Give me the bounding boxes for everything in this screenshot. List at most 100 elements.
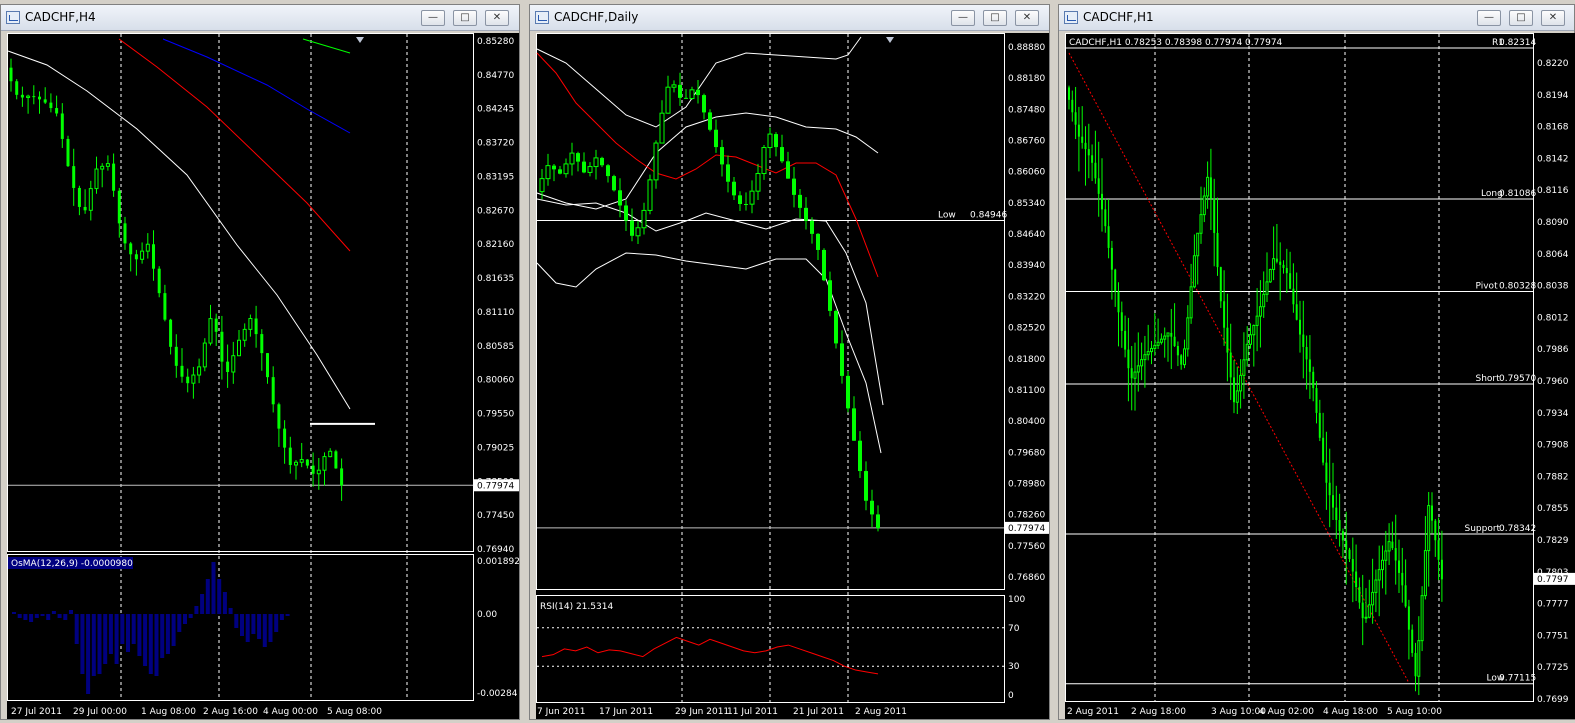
osma-bar bbox=[91, 614, 96, 676]
chart-area[interactable]: 0.88880 0.88180 0.87480 0.86760 0.86060 0.853… bbox=[536, 33, 1049, 719]
h1-candle-bear bbox=[1213, 198, 1216, 233]
h4-candle-bear bbox=[163, 293, 167, 320]
h1-candle-bear bbox=[1437, 540, 1440, 560]
time-axis-label: 2 Aug 2011 bbox=[1067, 707, 1119, 717]
h1-candle-bear bbox=[1414, 652, 1417, 677]
daily-chart-svg[interactable]: 0.88880 0.88180 0.87480 0.86760 0.86060 0.853… bbox=[536, 33, 1049, 719]
h1-candle-bear bbox=[1338, 520, 1341, 532]
h1-candle-bull bbox=[1163, 335, 1167, 340]
price-axis-label: 0.86760 bbox=[1008, 137, 1045, 147]
h1-candle-bull bbox=[1265, 281, 1269, 295]
price-axis-label: 0.8168 bbox=[1537, 123, 1569, 133]
moving-average-line bbox=[536, 52, 879, 278]
h4-candle-bear bbox=[20, 94, 24, 98]
h1-candle-bear bbox=[1355, 571, 1358, 588]
daily-candle-bear bbox=[630, 220, 634, 236]
h1-candle-bear bbox=[1229, 352, 1232, 378]
h1-candle-bear bbox=[1226, 327, 1229, 353]
indicator-scale-top: 0.001892 bbox=[477, 557, 519, 567]
maximize-button[interactable]: □ bbox=[983, 10, 1007, 26]
daily-candle-bear bbox=[708, 112, 712, 130]
h4-candle-bear bbox=[43, 99, 47, 103]
h4-candle-bear bbox=[157, 268, 161, 294]
h1-candle-bear bbox=[1361, 602, 1364, 619]
h4-candle-bear bbox=[283, 428, 287, 448]
chart-shift-marker bbox=[356, 37, 364, 43]
osma-bar bbox=[165, 614, 170, 654]
close-button[interactable]: ✕ bbox=[1541, 10, 1565, 26]
h4-candle-bear bbox=[72, 166, 76, 188]
price-axis-label: 0.7699 bbox=[1537, 695, 1569, 705]
pivot-level-label: Support bbox=[1465, 524, 1501, 534]
time-axis-label: 2 Aug 2011 bbox=[855, 707, 907, 717]
chart-area[interactable]: 0.8220 0.8194 0.8168 0.8142 0.8116 0.8090 0.80… bbox=[1065, 33, 1575, 719]
h1-candle-bear bbox=[1180, 355, 1183, 365]
minimize-button[interactable]: — bbox=[1477, 10, 1501, 26]
h1-candle-bull bbox=[1143, 354, 1147, 361]
h4-candle-bull bbox=[88, 188, 93, 211]
osma-bar bbox=[240, 614, 244, 636]
h4-candle-bear bbox=[152, 244, 155, 269]
time-axis-label: 29 Jul 00:00 bbox=[73, 707, 127, 717]
h4-candle-bear bbox=[214, 318, 218, 332]
price-axis-label: 0.7908 bbox=[1537, 441, 1569, 451]
h4-chart-svg[interactable]: 0.85280 0.84770 0.84245 0.83720 0.83195 0.826… bbox=[7, 33, 520, 719]
osma-bar bbox=[80, 614, 85, 674]
minimize-button[interactable]: — bbox=[951, 10, 975, 26]
h1-candle-bear bbox=[1282, 264, 1285, 268]
h4-candle-bear bbox=[271, 377, 275, 405]
daily-candle-bear bbox=[618, 190, 622, 206]
h1-candle-bear bbox=[1110, 247, 1113, 270]
h4-candle-bear bbox=[55, 108, 59, 114]
osma-bar bbox=[40, 614, 45, 616]
window-titlebar[interactable]: CADCHF,H4 — □ ✕ bbox=[1, 5, 519, 31]
h1-candle-bull bbox=[1196, 232, 1200, 257]
h4-candle-bear bbox=[169, 319, 173, 347]
chart-area[interactable]: 0.85280 0.84770 0.84245 0.83720 0.83195 0.826… bbox=[7, 33, 520, 719]
osma-bar bbox=[63, 614, 68, 620]
h1-chart-svg[interactable]: 0.8220 0.8194 0.8168 0.8142 0.8116 0.8090 0.80… bbox=[1065, 33, 1575, 719]
maximize-button[interactable]: □ bbox=[1509, 10, 1533, 26]
daily-candle-bear bbox=[810, 220, 814, 234]
window-titlebar[interactable]: CADCHF,Daily — □ ✕ bbox=[530, 5, 1049, 31]
price-axis-label: 0.7725 bbox=[1537, 663, 1569, 673]
daily-candle-bear bbox=[552, 165, 556, 170]
h1-candle-bear bbox=[1292, 288, 1295, 305]
price-axis-label: 0.8142 bbox=[1537, 154, 1569, 164]
pivot-level-value: 0.78342 bbox=[1499, 524, 1536, 534]
price-axis-label: 0.85280 bbox=[477, 37, 514, 47]
h4-candle-bear bbox=[49, 102, 53, 109]
osma-bar bbox=[257, 614, 262, 639]
time-axis-label: 1 Aug 08:00 bbox=[141, 707, 196, 717]
close-button[interactable]: ✕ bbox=[485, 10, 509, 26]
price-axis-label: 0.78260 bbox=[1008, 511, 1045, 521]
daily-candle-bear bbox=[678, 84, 682, 98]
daily-candle-bull bbox=[665, 86, 671, 114]
h1-candle-bear bbox=[1302, 334, 1305, 347]
price-axis-label: 0.8038 bbox=[1537, 282, 1569, 292]
close-button[interactable]: ✕ bbox=[1015, 10, 1039, 26]
pivot-level-value: 0.82314 bbox=[1499, 38, 1536, 48]
h1-candle-bear bbox=[1223, 301, 1226, 328]
minimize-button[interactable]: — bbox=[421, 10, 445, 26]
price-axis-label: 0.76860 bbox=[1008, 573, 1045, 583]
maximize-button[interactable]: □ bbox=[453, 10, 477, 26]
h1-candle-bear bbox=[1074, 112, 1077, 125]
chart-window-h1[interactable]: CADCHF,H1 — □ ✕ 0.8220 0.8194 0.8168 0.8142… bbox=[1058, 4, 1575, 720]
price-axis-label: 0.79680 bbox=[1008, 448, 1045, 458]
chart-window-h4[interactable]: CADCHF,H4 — □ ✕ 0.85280 0.84770 0.84245 0.8… bbox=[0, 4, 520, 720]
pivot-level-value: 0.80328 bbox=[1499, 282, 1536, 292]
price-axis-label: 0.7882 bbox=[1537, 472, 1569, 482]
window-titlebar[interactable]: CADCHF,H1 — □ ✕ bbox=[1059, 5, 1574, 31]
h1-candle-bull bbox=[1245, 343, 1249, 361]
h1-candle-bull bbox=[1202, 195, 1206, 216]
h1-candle-bear bbox=[1216, 232, 1219, 268]
chart-window-daily[interactable]: CADCHF,Daily — □ ✕ 0.88880 0.88180 0.87480… bbox=[529, 4, 1050, 720]
h1-candle-bear bbox=[1318, 412, 1321, 438]
h4-candle-bear bbox=[66, 138, 70, 167]
osma-bar bbox=[274, 614, 279, 632]
h1-candle-bear bbox=[1299, 319, 1301, 335]
time-axis-label: 2 Aug 16:00 bbox=[203, 707, 258, 717]
daily-candle-bear bbox=[816, 233, 820, 250]
h1-candle-bear bbox=[1107, 226, 1110, 248]
